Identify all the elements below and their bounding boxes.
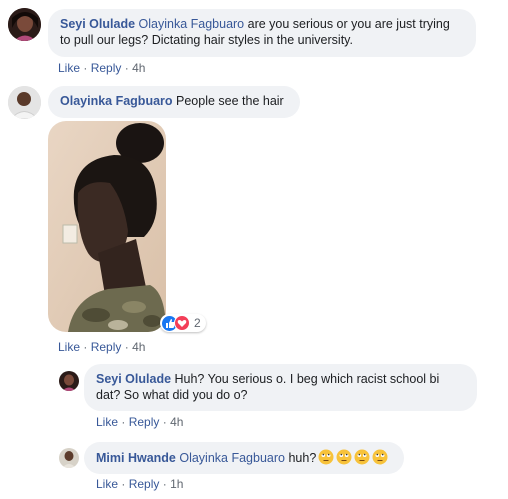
avatar[interactable] (8, 8, 41, 41)
separator: · (83, 340, 88, 354)
comment-photo[interactable] (48, 121, 166, 332)
comment-bubble: Olayinka Fagbuaro People see the hair (48, 86, 300, 118)
reply-link[interactable]: Reply (91, 340, 122, 354)
separator: · (121, 477, 126, 491)
reply-link[interactable]: Reply (129, 477, 160, 491)
reply-actions: Like · Reply · 4h (96, 415, 183, 429)
timestamp[interactable]: 4h (132, 340, 145, 354)
comment-text: are you serious or you are just trying (244, 17, 450, 31)
like-link[interactable]: Like (58, 61, 80, 75)
avatar[interactable] (59, 371, 79, 391)
comment-actions: Like · Reply · 4h (58, 61, 145, 75)
reply-link[interactable]: Reply (91, 61, 122, 75)
reply-author[interactable]: Seyi Olulade (96, 372, 171, 386)
reply-bubble: Mimi Hwande Olayinka Fagbuaro huh? (84, 442, 404, 474)
separator: · (162, 477, 167, 491)
eye-roll-emoji-icon (354, 449, 370, 465)
timestamp[interactable]: 4h (170, 415, 183, 429)
avatar-seyi-icon (59, 371, 79, 391)
eye-roll-emoji-icon (336, 449, 352, 465)
separator: · (124, 340, 129, 354)
comment-author[interactable]: Seyi Olulade (60, 17, 135, 31)
reaction-summary[interactable]: 2 (160, 314, 206, 332)
avatar-olayinka-icon (8, 86, 41, 119)
reply-actions: Like · Reply · 1h (96, 477, 183, 491)
avatar-seyi-icon (8, 8, 41, 41)
comment-text: to pull our legs? Dictating hair styles … (60, 33, 353, 47)
photo-woman-braids-icon (48, 121, 166, 332)
avatar[interactable] (8, 86, 41, 119)
separator: · (124, 61, 129, 75)
timestamp[interactable]: 1h (170, 477, 183, 491)
reply-author[interactable]: Mimi Hwande (96, 451, 176, 465)
avatar[interactable] (59, 448, 79, 468)
reply-text: huh? (284, 451, 317, 465)
separator: · (83, 61, 88, 75)
like-link[interactable]: Like (96, 477, 118, 491)
separator: · (121, 415, 126, 429)
like-link[interactable]: Like (58, 340, 80, 354)
mention-link[interactable]: Olayinka Fagbuaro (139, 17, 245, 31)
comment-text: People see the hair (172, 94, 284, 108)
reply-text: Huh? You serious o. I beg which racist s… (171, 372, 440, 386)
reply-text: dat? So what did you do o? (96, 388, 248, 402)
comment-author[interactable]: Olayinka Fagbuaro (60, 94, 173, 108)
comment-bubble: Seyi Olulade Olayinka Fagbuaro are you s… (48, 9, 476, 57)
comment-actions: Like · Reply · 4h (58, 340, 145, 354)
mention-link[interactable]: Olayinka Fagbuaro (179, 451, 285, 465)
reply-link[interactable]: Reply (129, 415, 160, 429)
timestamp[interactable]: 4h (132, 61, 145, 75)
love-reaction-icon (174, 315, 190, 331)
eye-roll-emoji-icon (372, 449, 388, 465)
like-link[interactable]: Like (96, 415, 118, 429)
reply-bubble: Seyi Olulade Huh? You serious o. I beg w… (84, 364, 477, 411)
reaction-count: 2 (194, 316, 201, 330)
eye-roll-emoji-icon (318, 449, 334, 465)
separator: · (162, 415, 167, 429)
avatar-mimi-icon (59, 448, 79, 468)
